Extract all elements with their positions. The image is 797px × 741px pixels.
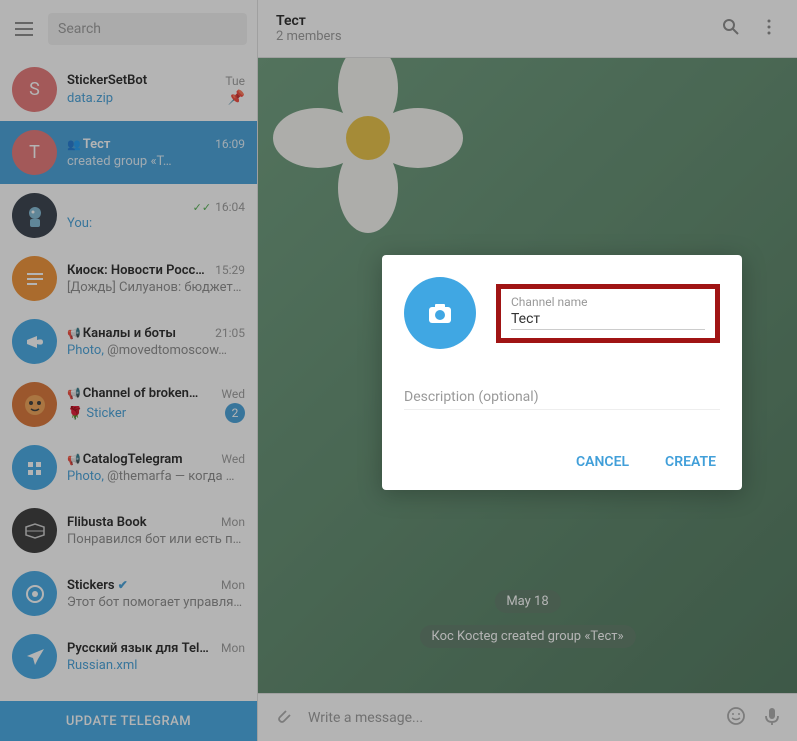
camera-icon — [424, 297, 456, 329]
channel-name-highlight: Channel name Тест — [496, 284, 720, 343]
create-channel-modal: Channel name Тест Description (optional)… — [382, 255, 742, 490]
channel-name-label: Channel name — [511, 295, 705, 309]
cancel-button[interactable]: CANCEL — [572, 448, 633, 476]
create-button[interactable]: CREATE — [661, 448, 720, 476]
description-input[interactable]: Description (optional) — [404, 389, 720, 410]
channel-photo-button[interactable] — [404, 277, 476, 349]
channel-name-input[interactable]: Тест — [511, 311, 705, 330]
